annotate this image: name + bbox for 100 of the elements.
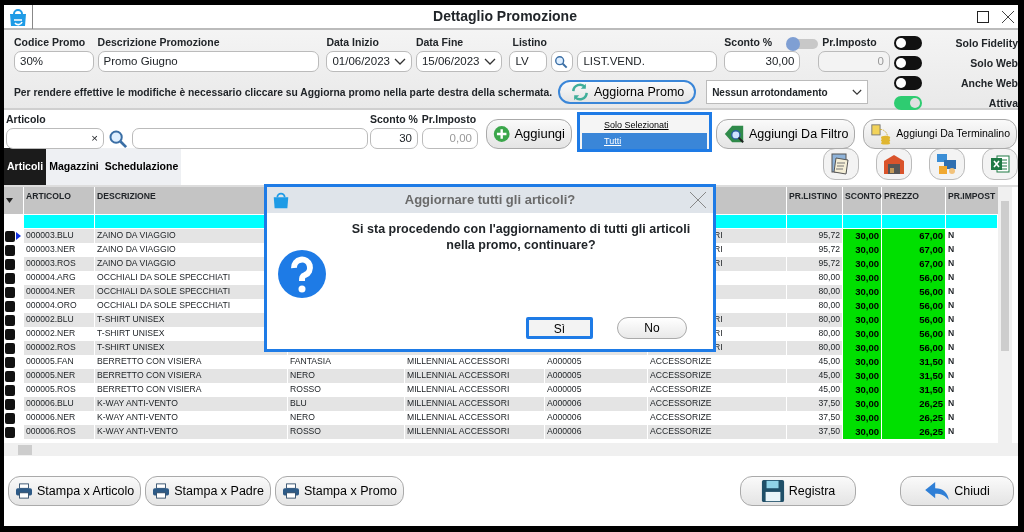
save-button[interactable]: Registra <box>740 476 856 506</box>
field-label: Listino <box>511 36 548 49</box>
close-button[interactable]: Chiudi <box>900 476 1014 506</box>
update-promo-button[interactable]: Aggiorna Promo <box>558 80 697 104</box>
table-cell: A000006 <box>545 425 648 440</box>
chevron-down-icon <box>484 57 497 66</box>
toggle-switch[interactable] <box>894 76 922 90</box>
price-list-name-field[interactable]: LIST.VEND. <box>577 51 718 72</box>
field-label: Codice Promo <box>14 36 87 49</box>
print-button[interactable]: Stampa x Padre <box>145 476 271 506</box>
promo-code-field[interactable]: 30% <box>14 51 94 72</box>
toggle-switch[interactable] <box>788 38 819 49</box>
row-marker[interactable] <box>5 258 15 270</box>
field-label: Solo Web <box>970 56 1018 70</box>
add-button[interactable]: Aggiungi <box>486 119 572 149</box>
notice-text: Per rendere effettive le modifiche è necessario cliccare su Aggiorna promo nella parte destra della schermata. <box>14 85 553 99</box>
printer-icon <box>15 483 33 499</box>
print-button[interactable]: Stampa x Articolo <box>8 476 142 506</box>
horizontal-scrollbar[interactable] <box>4 443 1018 456</box>
app-logo-icon <box>271 190 291 210</box>
row-marker[interactable] <box>5 314 15 326</box>
field-label: Data Fine <box>415 36 465 49</box>
dialog-button[interactable]: Sì <box>526 317 593 339</box>
plus-icon <box>493 123 511 145</box>
row-marker[interactable] <box>5 356 15 368</box>
field-label: Pr.Imposto <box>821 36 878 49</box>
table-cell: ACCESSORIZE <box>648 425 787 440</box>
table-cell: 30,00 <box>843 425 882 440</box>
row-marker[interactable] <box>5 342 15 354</box>
dialog-title: Aggiornare tutti gli articoli? <box>403 191 577 210</box>
maximize-icon[interactable] <box>977 10 989 23</box>
field-label: Sconto % <box>724 36 773 49</box>
printer-icon <box>152 483 171 499</box>
column-header[interactable]: ARTICOLO <box>24 187 95 215</box>
article-field[interactable]: × <box>6 128 104 149</box>
sort-caret-icon[interactable] <box>6 198 13 204</box>
table-cell: K-WAY ANTI-VENTO <box>95 425 288 440</box>
filter-cell[interactable] <box>24 215 95 229</box>
field-label: Anche Web <box>961 76 1018 90</box>
field-label: Articolo <box>6 113 47 126</box>
document-icon[interactable] <box>823 148 859 180</box>
dialog-button[interactable]: No <box>617 317 687 339</box>
row-marker[interactable] <box>5 230 15 242</box>
table-cell: 26,25 <box>882 425 946 440</box>
field-label: Attiva <box>988 96 1018 110</box>
tab[interactable]: Magazzini <box>46 148 102 185</box>
filter-cell[interactable] <box>843 215 882 229</box>
clear-icon[interactable]: × <box>91 129 98 148</box>
discount-field[interactable]: 30 <box>370 128 418 149</box>
row-marker[interactable] <box>5 384 15 396</box>
menu-item[interactable]: Tutti <box>582 133 707 149</box>
row-marker[interactable] <box>5 398 15 410</box>
row-marker[interactable] <box>5 244 15 256</box>
description-field[interactable]: Promo Giugno <box>97 51 320 72</box>
question-icon <box>277 249 327 299</box>
menu-item[interactable]: Solo Selezionati <box>582 117 707 133</box>
warehouse-icon[interactable] <box>876 148 912 180</box>
column-header[interactable]: PR.LISTINO <box>787 187 843 215</box>
search-icon <box>554 54 569 69</box>
chevron-down-icon <box>852 88 863 96</box>
column-header[interactable]: PREZZO <box>882 187 946 215</box>
table-cell: ROSSO <box>288 425 405 440</box>
toggle-switch[interactable] <box>894 36 922 50</box>
close-icon[interactable] <box>1001 9 1015 24</box>
add-from-terminal-button[interactable]: Aggiungi Da Terminalino <box>863 119 1017 149</box>
price-list-code-field[interactable]: LV <box>509 51 548 72</box>
add-from-filter-button[interactable]: Aggiungi Da Filtro <box>716 119 856 149</box>
toggle-switch[interactable] <box>894 56 922 70</box>
row-marker[interactable] <box>5 426 15 438</box>
print-button[interactable]: Stampa x Promo <box>274 476 404 506</box>
end-date-field[interactable]: 15/06/2023 <box>415 51 503 72</box>
discount-field[interactable]: 30,00 <box>724 51 801 72</box>
row-marker[interactable] <box>5 300 15 312</box>
filter-cell[interactable] <box>882 215 946 229</box>
search-button[interactable] <box>551 51 574 72</box>
field-label: Sconto % <box>370 113 418 126</box>
filter-cell[interactable] <box>787 215 843 229</box>
spreadsheet-icon[interactable] <box>982 148 1018 180</box>
row-marker[interactable] <box>5 286 15 298</box>
field-label: Solo Fidelity <box>955 36 1018 50</box>
row-marker[interactable] <box>5 370 15 382</box>
vertical-scrollbar[interactable] <box>998 187 1012 443</box>
field-label: Data Inizio <box>326 36 380 49</box>
article-description-field[interactable] <box>132 128 368 149</box>
row-marker[interactable] <box>5 272 15 284</box>
tag-search-icon <box>723 123 745 145</box>
media-icon[interactable] <box>929 148 965 180</box>
field-label: Pr.Imposto <box>421 113 477 126</box>
toggle-switch[interactable] <box>894 96 922 110</box>
table-cell: 37,50 <box>787 425 843 440</box>
tab[interactable]: Articoli <box>4 148 47 185</box>
row-marker[interactable] <box>5 328 15 340</box>
tab[interactable]: Schedulazione <box>101 148 182 185</box>
field-label: Descrizione Promozione <box>97 36 221 49</box>
row-marker[interactable] <box>5 412 15 424</box>
table-cell: MILLENNIAL ACCESSORI <box>405 425 545 440</box>
start-date-field[interactable]: 01/06/2023 <box>326 51 412 72</box>
rounding-select[interactable]: Nessun arrotondamento <box>706 80 869 104</box>
column-header[interactable]: SCONTO <box>843 187 882 215</box>
filter-cell[interactable] <box>946 215 998 229</box>
